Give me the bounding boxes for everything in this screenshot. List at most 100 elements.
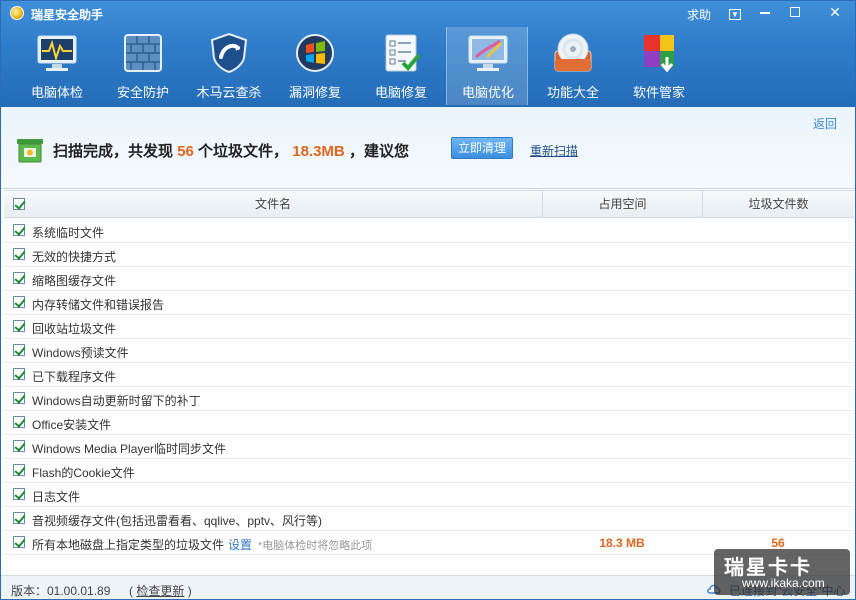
row-name: 日志文件 bbox=[32, 490, 81, 504]
tool-security-protection[interactable]: 安全防护 bbox=[102, 27, 184, 105]
table-row[interactable]: Windows自动更新时留下的补丁 bbox=[4, 387, 854, 411]
ignore-hint: *电脑体检时将忽略此项 bbox=[258, 540, 373, 552]
tool-all-features[interactable]: 功能大全 bbox=[532, 27, 614, 105]
table-header: 文件名 占用空间 垃圾文件数 bbox=[4, 190, 854, 218]
tool-label: 漏洞修复 bbox=[288, 85, 341, 100]
app-title: 瑞星安全助手 bbox=[31, 8, 104, 22]
row-name-group: 所有本地磁盘上指定类型的垃圾文件 设置 *电脑体检时将忽略此项 bbox=[32, 536, 372, 553]
tool-label: 木马云查杀 bbox=[196, 85, 262, 100]
row-name: 所有本地磁盘上指定类型的垃圾文件 bbox=[32, 538, 225, 552]
tool-vulnerability-repair[interactable]: 漏洞修复 bbox=[274, 27, 356, 105]
table-row[interactable]: 系统临时文件 bbox=[4, 219, 854, 243]
row-checkbox[interactable] bbox=[13, 368, 25, 380]
row-checkbox[interactable] bbox=[13, 344, 25, 356]
row-name: 已下载程序文件 bbox=[32, 370, 117, 384]
table-row[interactable]: 音视频缓存文件(包括迅雷看看、qqlive、pptv、风行等) bbox=[4, 507, 854, 531]
row-name: Windows预读文件 bbox=[32, 346, 129, 360]
row-name: Windows Media Player临时同步文件 bbox=[32, 442, 227, 456]
row-checkbox[interactable] bbox=[13, 512, 25, 524]
scan-summary: 返回 扫描完成，共发现 56 个垃圾文件， 18.3MB ，建议您 立即清理 重… bbox=[1, 107, 855, 189]
app-logo-icon bbox=[10, 6, 24, 20]
table-row[interactable]: Windows预读文件 bbox=[4, 339, 854, 363]
tool-label: 电脑修复 bbox=[374, 85, 427, 100]
table-row[interactable]: 缩略图缓存文件 bbox=[4, 267, 854, 291]
tool-label: 安全防护 bbox=[116, 85, 169, 100]
row-name: 缩略图缓存文件 bbox=[32, 274, 117, 288]
monitor-pulse-icon bbox=[37, 35, 77, 71]
check-update-text[interactable]: 检查更新 bbox=[136, 584, 184, 598]
row-checkbox[interactable] bbox=[13, 488, 25, 500]
settings-link[interactable]: 设置 bbox=[228, 538, 252, 552]
table-row[interactable]: Windows Media Player临时同步文件 bbox=[4, 435, 854, 459]
row-checkbox[interactable] bbox=[13, 224, 25, 236]
column-junk-count: 垃圾文件数 bbox=[702, 191, 854, 217]
help-link[interactable]: 求助 bbox=[687, 6, 711, 23]
table-row[interactable]: 内存转储文件和错误报告 bbox=[4, 291, 854, 315]
software-blocks-icon bbox=[644, 35, 674, 73]
scan-suffix: ，建议您 bbox=[348, 143, 409, 160]
title-bar: 瑞星安全助手 求助 ▼ ✕ bbox=[1, 1, 855, 25]
row-name: Office安装文件 bbox=[32, 418, 112, 432]
tool-software-manager[interactable]: 软件管家 bbox=[618, 27, 700, 105]
table-row[interactable]: 无效的快捷方式 bbox=[4, 243, 854, 267]
menu-icon: ▼ bbox=[729, 9, 741, 20]
watermark-url: www.ikaka.com bbox=[742, 576, 825, 590]
scan-result-text: 扫描完成，共发现 56 个垃圾文件， 18.3MB ，建议您 bbox=[53, 140, 409, 161]
total-count: 56 bbox=[771, 536, 785, 550]
junk-count: 56 bbox=[177, 143, 194, 160]
row-checkbox[interactable] bbox=[13, 464, 25, 476]
tool-pc-optimize[interactable]: 电脑优化 bbox=[446, 27, 528, 105]
scan-prefix: 扫描完成，共发现 bbox=[53, 143, 174, 160]
minimize-icon bbox=[760, 12, 770, 15]
row-checkbox[interactable] bbox=[13, 392, 25, 404]
row-name: 内存转储文件和错误报告 bbox=[32, 298, 165, 312]
trash-bin-icon bbox=[17, 139, 43, 163]
rescan-link[interactable]: 重新扫描 bbox=[530, 142, 578, 159]
check-update-link[interactable]: ( 检查更新 ) bbox=[129, 582, 192, 599]
row-name: Flash的Cookie文件 bbox=[32, 466, 135, 480]
row-name: 无效的快捷方式 bbox=[32, 250, 117, 264]
back-link[interactable]: 返回 bbox=[813, 115, 837, 132]
maximize-icon bbox=[790, 7, 800, 17]
clean-now-button[interactable]: 立即清理 bbox=[451, 137, 513, 159]
shield-icon bbox=[210, 32, 248, 74]
column-file-name: 文件名 bbox=[254, 197, 291, 211]
version-label: 版本：01.00.01.89 bbox=[11, 584, 111, 598]
junk-size: 18.3MB bbox=[292, 143, 345, 160]
table-row[interactable]: 日志文件 bbox=[4, 483, 854, 507]
table-row[interactable]: Office安装文件 bbox=[4, 411, 854, 435]
scan-mid: 个垃圾文件， bbox=[198, 143, 289, 160]
main-toolbar: 电脑体检 安全防护 木马云查杀 漏洞修复 电脑修复 电脑优化 功能大全 软件管家 bbox=[1, 27, 855, 105]
column-space-used: 占用空间 bbox=[542, 191, 702, 217]
checklist-icon bbox=[385, 34, 421, 72]
maximize-button[interactable] bbox=[780, 1, 810, 23]
minimize-button[interactable] bbox=[750, 1, 780, 23]
row-checkbox[interactable] bbox=[13, 272, 25, 284]
tool-trojan-cloud-scan[interactable]: 木马云查杀 bbox=[188, 27, 270, 105]
tool-label: 软件管家 bbox=[632, 85, 685, 100]
menu-button[interactable]: ▼ bbox=[720, 1, 750, 23]
tool-pc-checkup[interactable]: 电脑体检 bbox=[16, 27, 98, 105]
table-row[interactable]: 已下载程序文件 bbox=[4, 363, 854, 387]
table-row[interactable]: 回收站垃圾文件 bbox=[4, 315, 854, 339]
total-size: 18.3 MB bbox=[599, 536, 645, 550]
close-icon: ✕ bbox=[829, 4, 841, 20]
row-checkbox[interactable] bbox=[13, 536, 25, 548]
row-checkbox[interactable] bbox=[13, 320, 25, 332]
table-row[interactable]: Flash的Cookie文件 bbox=[4, 459, 854, 483]
watermark: 瑞星卡卡 www.ikaka.com bbox=[714, 549, 850, 595]
app-window: 瑞星安全助手 求助 ▼ ✕ 电脑体检 安全防护 木马云查杀 漏洞修复 电脑修复 … bbox=[0, 0, 856, 600]
row-checkbox[interactable] bbox=[13, 296, 25, 308]
monitor-brush-icon bbox=[468, 35, 508, 71]
close-button[interactable]: ✕ bbox=[815, 1, 855, 23]
row-name: 音视频缓存文件(包括迅雷看看、qqlive、pptv、风行等) bbox=[32, 514, 323, 528]
disc-box-icon bbox=[554, 33, 592, 72]
tool-label: 功能大全 bbox=[546, 85, 599, 100]
tool-label: 电脑体检 bbox=[30, 85, 83, 100]
row-checkbox[interactable] bbox=[13, 416, 25, 428]
tool-label: 电脑优化 bbox=[461, 85, 514, 100]
row-checkbox[interactable] bbox=[13, 440, 25, 452]
row-checkbox[interactable] bbox=[13, 248, 25, 260]
tool-pc-repair[interactable]: 电脑修复 bbox=[360, 27, 442, 105]
row-name: 系统临时文件 bbox=[32, 226, 105, 240]
